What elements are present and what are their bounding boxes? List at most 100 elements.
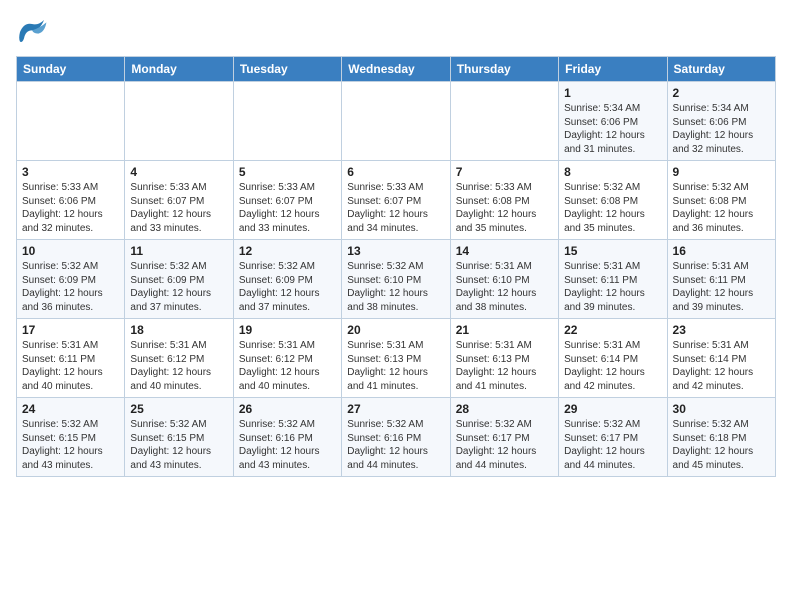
day-info: Sunrise: 5:33 AM Sunset: 6:07 PM Dayligh…	[239, 181, 336, 235]
calendar-table: SundayMondayTuesdayWednesdayThursdayFrid…	[16, 56, 776, 477]
calendar-cell-4-3: 19Sunrise: 5:31 AM Sunset: 6:12 PM Dayli…	[233, 319, 341, 398]
day-info: Sunrise: 5:34 AM Sunset: 6:06 PM Dayligh…	[564, 102, 661, 156]
day-info: Sunrise: 5:33 AM Sunset: 6:07 PM Dayligh…	[130, 181, 227, 235]
calendar-cell-1-1	[17, 82, 125, 161]
calendar-week-1: 1 Sunrise: 5:34 AM Sunset: 6:06 PM Daylig…	[17, 82, 776, 161]
day-number: 9	[673, 165, 770, 179]
day-number: 29	[564, 402, 661, 416]
day-number: 22	[564, 323, 661, 337]
calendar-cell-1-6: 1 Sunrise: 5:34 AM Sunset: 6:06 PM Daylig…	[559, 82, 667, 161]
day-number: 18	[130, 323, 227, 337]
calendar-cell-5-3: 26Sunrise: 5:32 AM Sunset: 6:16 PM Dayli…	[233, 398, 341, 477]
day-info: Sunrise: 5:32 AM Sunset: 6:15 PM Dayligh…	[130, 418, 227, 472]
day-info: Sunrise: 5:31 AM Sunset: 6:11 PM Dayligh…	[673, 260, 770, 314]
day-info: Sunrise: 5:32 AM Sunset: 6:18 PM Dayligh…	[673, 418, 770, 472]
day-number: 10	[22, 244, 119, 258]
day-number: 14	[456, 244, 553, 258]
calendar-header-friday: Friday	[559, 57, 667, 82]
calendar-cell-3-1: 10 Sunrise: 5:32 AM Sunset: 6:09 PM Dayli…	[17, 240, 125, 319]
day-number: 15	[564, 244, 661, 258]
calendar-header-row: SundayMondayTuesdayWednesdayThursdayFrid…	[17, 57, 776, 82]
day-info: Sunrise: 5:32 AM Sunset: 6:16 PM Dayligh…	[347, 418, 444, 472]
logo-bird-icon	[16, 16, 48, 44]
day-number: 17	[22, 323, 119, 337]
day-info: Sunrise: 5:32 AM Sunset: 6:17 PM Dayligh…	[564, 418, 661, 472]
calendar-cell-4-7: 23 Sunrise: 5:31 AM Sunset: 6:14 PM Dayli…	[667, 319, 775, 398]
day-number: 25	[130, 402, 227, 416]
day-info: Sunrise: 5:32 AM Sunset: 6:08 PM Dayligh…	[673, 181, 770, 235]
calendar-cell-5-7: 30 Sunrise: 5:32 AM Sunset: 6:18 PM Dayli…	[667, 398, 775, 477]
day-info: Sunrise: 5:32 AM Sunset: 6:10 PM Dayligh…	[347, 260, 444, 314]
calendar-week-4: 17 Sunrise: 5:31 AM Sunset: 6:11 PM Dayli…	[17, 319, 776, 398]
day-info: Sunrise: 5:31 AM Sunset: 6:10 PM Dayligh…	[456, 260, 553, 314]
calendar-cell-3-2: 11 Sunrise: 5:32 AM Sunset: 6:09 PM Dayli…	[125, 240, 233, 319]
calendar-cell-5-5: 28Sunrise: 5:32 AM Sunset: 6:17 PM Dayli…	[450, 398, 558, 477]
calendar-cell-3-4: 13 Sunrise: 5:32 AM Sunset: 6:10 PM Dayli…	[342, 240, 450, 319]
day-info: Sunrise: 5:34 AM Sunset: 6:06 PM Dayligh…	[673, 102, 770, 156]
calendar-cell-1-7: 2 Sunrise: 5:34 AM Sunset: 6:06 PM Daylig…	[667, 82, 775, 161]
calendar-header-tuesday: Tuesday	[233, 57, 341, 82]
day-number: 16	[673, 244, 770, 258]
day-number: 30	[673, 402, 770, 416]
calendar-cell-4-5: 21 Sunrise: 5:31 AM Sunset: 6:13 PM Dayli…	[450, 319, 558, 398]
day-info: Sunrise: 5:31 AM Sunset: 6:13 PM Dayligh…	[456, 339, 553, 393]
calendar-cell-4-6: 22 Sunrise: 5:31 AM Sunset: 6:14 PM Dayli…	[559, 319, 667, 398]
calendar-cell-2-5: 7 Sunrise: 5:33 AM Sunset: 6:08 PM Daylig…	[450, 161, 558, 240]
day-info: Sunrise: 5:31 AM Sunset: 6:11 PM Dayligh…	[22, 339, 119, 393]
day-info: Sunrise: 5:32 AM Sunset: 6:09 PM Dayligh…	[130, 260, 227, 314]
calendar-cell-5-4: 27 Sunrise: 5:32 AM Sunset: 6:16 PM Dayli…	[342, 398, 450, 477]
day-number: 6	[347, 165, 444, 179]
day-number: 2	[673, 86, 770, 100]
day-number: 5	[239, 165, 336, 179]
day-number: 23	[673, 323, 770, 337]
day-info: Sunrise: 5:31 AM Sunset: 6:14 PM Dayligh…	[673, 339, 770, 393]
calendar-cell-4-2: 18 Sunrise: 5:31 AM Sunset: 6:12 PM Dayli…	[125, 319, 233, 398]
day-info: Sunrise: 5:32 AM Sunset: 6:08 PM Dayligh…	[564, 181, 661, 235]
day-info: Sunrise: 5:32 AM Sunset: 6:09 PM Dayligh…	[22, 260, 119, 314]
calendar-cell-3-7: 16 Sunrise: 5:31 AM Sunset: 6:11 PM Dayli…	[667, 240, 775, 319]
calendar-cell-1-3	[233, 82, 341, 161]
calendar-cell-3-6: 15Sunrise: 5:31 AM Sunset: 6:11 PM Dayli…	[559, 240, 667, 319]
calendar-cell-2-6: 8 Sunrise: 5:32 AM Sunset: 6:08 PM Daylig…	[559, 161, 667, 240]
calendar-cell-2-2: 4 Sunrise: 5:33 AM Sunset: 6:07 PM Daylig…	[125, 161, 233, 240]
calendar-header-saturday: Saturday	[667, 57, 775, 82]
calendar-cell-5-2: 25 Sunrise: 5:32 AM Sunset: 6:15 PM Dayli…	[125, 398, 233, 477]
day-number: 24	[22, 402, 119, 416]
day-number: 7	[456, 165, 553, 179]
day-number: 13	[347, 244, 444, 258]
day-info: Sunrise: 5:33 AM Sunset: 6:06 PM Dayligh…	[22, 181, 119, 235]
day-info: Sunrise: 5:33 AM Sunset: 6:08 PM Dayligh…	[456, 181, 553, 235]
day-number: 11	[130, 244, 227, 258]
logo	[16, 16, 52, 44]
calendar-cell-1-4	[342, 82, 450, 161]
day-info: Sunrise: 5:32 AM Sunset: 6:16 PM Dayligh…	[239, 418, 336, 472]
day-info: Sunrise: 5:32 AM Sunset: 6:09 PM Dayligh…	[239, 260, 336, 314]
day-number: 28	[456, 402, 553, 416]
day-info: Sunrise: 5:31 AM Sunset: 6:12 PM Dayligh…	[130, 339, 227, 393]
calendar-cell-5-6: 29 Sunrise: 5:32 AM Sunset: 6:17 PM Dayli…	[559, 398, 667, 477]
calendar-header-monday: Monday	[125, 57, 233, 82]
calendar-cell-5-1: 24Sunrise: 5:32 AM Sunset: 6:15 PM Dayli…	[17, 398, 125, 477]
calendar-cell-3-5: 14 Sunrise: 5:31 AM Sunset: 6:10 PM Dayli…	[450, 240, 558, 319]
page-header	[16, 16, 776, 44]
calendar-week-5: 24 Sunrise: 5:32 AM Sunset: 6:15 PM Dayli…	[17, 398, 776, 477]
calendar-cell-2-7: 9 Sunrise: 5:32 AM Sunset: 6:08 PM Daylig…	[667, 161, 775, 240]
day-info: Sunrise: 5:31 AM Sunset: 6:14 PM Dayligh…	[564, 339, 661, 393]
day-number: 1	[564, 86, 661, 100]
day-info: Sunrise: 5:31 AM Sunset: 6:12 PM Dayligh…	[239, 339, 336, 393]
day-number: 8	[564, 165, 661, 179]
day-number: 20	[347, 323, 444, 337]
day-number: 3	[22, 165, 119, 179]
day-number: 4	[130, 165, 227, 179]
calendar-cell-1-5	[450, 82, 558, 161]
calendar-cell-2-3: 5 Sunrise: 5:33 AM Sunset: 6:07 PM Daylig…	[233, 161, 341, 240]
day-info: Sunrise: 5:33 AM Sunset: 6:07 PM Dayligh…	[347, 181, 444, 235]
day-number: 21	[456, 323, 553, 337]
calendar-cell-4-4: 20Sunrise: 5:31 AM Sunset: 6:13 PM Dayli…	[342, 319, 450, 398]
day-number: 12	[239, 244, 336, 258]
calendar-cell-4-1: 17 Sunrise: 5:31 AM Sunset: 6:11 PM Dayli…	[17, 319, 125, 398]
calendar-cell-1-2	[125, 82, 233, 161]
calendar-cell-2-4: 6 Sunrise: 5:33 AM Sunset: 6:07 PM Daylig…	[342, 161, 450, 240]
day-number: 27	[347, 402, 444, 416]
calendar-header-thursday: Thursday	[450, 57, 558, 82]
